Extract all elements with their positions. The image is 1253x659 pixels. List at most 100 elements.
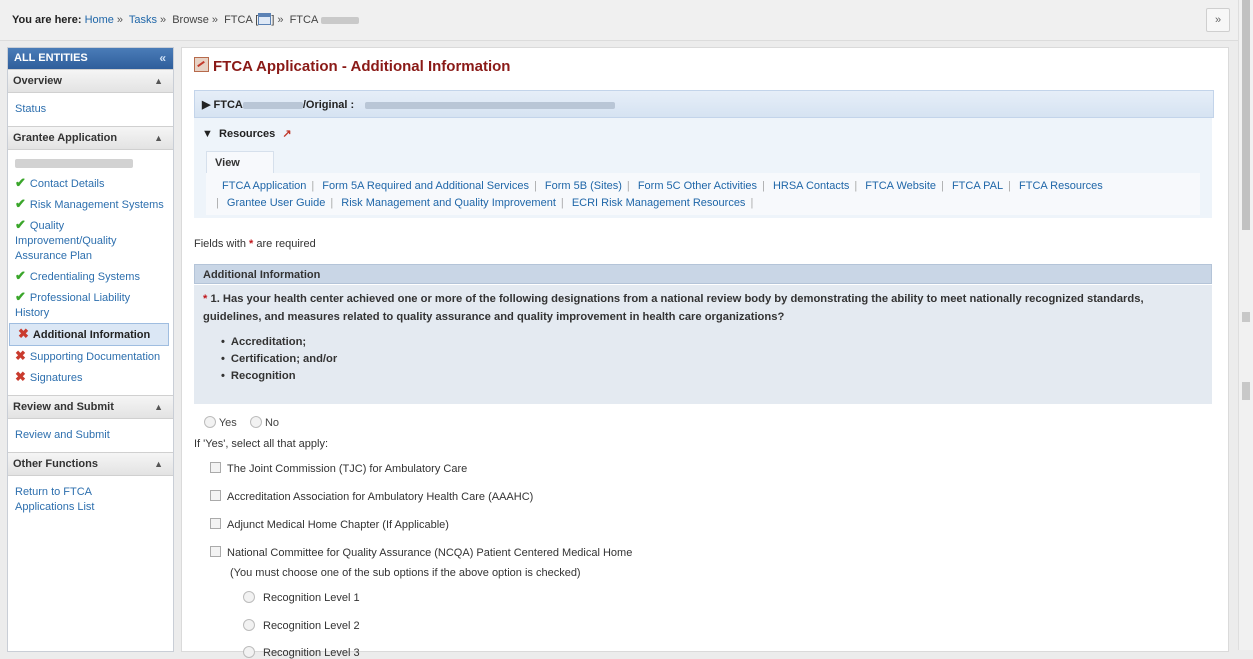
radio[interactable] bbox=[243, 646, 255, 658]
designation-list: Accreditation; Certification; and/or Rec… bbox=[203, 334, 1200, 385]
collapse-arrow-icon: ▼ bbox=[202, 128, 213, 140]
ftca-details-toggle[interactable]: ▶ FTCA/Original : bbox=[194, 90, 1214, 118]
option-label: The Joint Commission (TJC) for Ambulator… bbox=[227, 463, 468, 475]
if-yes-label: If 'Yes', select all that apply: bbox=[194, 438, 329, 450]
calendar-icon[interactable] bbox=[258, 13, 272, 25]
sidebar-section-other-functions[interactable]: Other Functions ▲ bbox=[8, 452, 173, 476]
check-icon: ✔ bbox=[15, 268, 26, 283]
required-star-icon: * bbox=[203, 293, 208, 305]
caret-up-icon[interactable]: ▲ bbox=[154, 453, 163, 475]
link-grantee-user-guide[interactable]: Grantee User Guide bbox=[227, 197, 325, 209]
radio[interactable] bbox=[243, 619, 255, 631]
recognition-level-3[interactable]: Recognition Level 3 bbox=[243, 646, 360, 659]
resources-panel: ▼ Resources ↗ View FTCA Application | For… bbox=[194, 118, 1212, 218]
breadcrumb-bracket: ] bbox=[271, 14, 275, 26]
item-label: Credentialing Systems bbox=[29, 271, 140, 283]
option-ncqa[interactable]: National Committee for Quality Assurance… bbox=[210, 546, 632, 559]
checkbox[interactable] bbox=[210, 518, 221, 529]
option-label: Adjunct Medical Home Chapter (If Applica… bbox=[227, 519, 449, 531]
resource-links: FTCA Application | Form 5A Required and A… bbox=[206, 173, 1200, 215]
link-form-5a[interactable]: Form 5A Required and Additional Services bbox=[322, 180, 529, 192]
link-risk-management-qi[interactable]: Risk Management and Quality Improvement bbox=[341, 197, 556, 209]
option-tjc[interactable]: The Joint Commission (TJC) for Ambulator… bbox=[210, 462, 467, 475]
checkbox[interactable] bbox=[210, 490, 221, 501]
no-radio[interactable] bbox=[249, 416, 262, 428]
yes-radio[interactable] bbox=[204, 416, 216, 428]
breadcrumb-home-link[interactable]: Home bbox=[85, 14, 114, 26]
sidebar-item-return-to-list[interactable]: Return to FTCA Applications List bbox=[15, 481, 115, 517]
yes-option[interactable]: Yes bbox=[204, 416, 237, 429]
sidebar-section-review-submit[interactable]: Review and Submit ▲ bbox=[8, 395, 173, 419]
radio[interactable] bbox=[243, 591, 255, 603]
collapse-header-button[interactable]: » bbox=[1206, 8, 1230, 32]
sidebar-item-additional-information[interactable]: ✖ Additional Information bbox=[9, 323, 169, 346]
link-hrsa-contacts[interactable]: HRSA Contacts bbox=[773, 180, 849, 192]
link-ftca-website[interactable]: FTCA Website bbox=[865, 180, 936, 192]
no-option[interactable]: No bbox=[249, 416, 279, 429]
section-title: Other Functions bbox=[13, 458, 98, 470]
link-ftca-pal[interactable]: FTCA PAL bbox=[952, 180, 1003, 192]
sidebar-item-risk-management[interactable]: ✔ Risk Management Systems bbox=[15, 194, 167, 215]
section-title: Grantee Application bbox=[13, 132, 118, 144]
incomplete-x-icon: ✖ bbox=[18, 326, 29, 341]
option-label: Accreditation Association for Ambulatory… bbox=[227, 491, 534, 503]
external-link-icon[interactable]: ↗ bbox=[282, 128, 291, 140]
page-title: FTCA Application - Additional Informatio… bbox=[194, 57, 510, 75]
sidebar-item-quality-improvement[interactable]: ✔ Quality Improvement/Quality Assurance P… bbox=[15, 215, 167, 266]
link-ftca-resources[interactable]: FTCA Resources bbox=[1019, 180, 1103, 192]
main-panel: FTCA Application - Additional Informatio… bbox=[181, 47, 1229, 659]
breadcrumb-bar: You are here: Home» Tasks» Browse» FTCA … bbox=[0, 0, 1238, 41]
vertical-scrollbar[interactable] bbox=[1238, 0, 1253, 650]
sidebar-section-overview[interactable]: Overview ▲ bbox=[8, 69, 173, 93]
item-label: Supporting Documentation bbox=[29, 351, 161, 363]
review-body: Review and Submit bbox=[8, 419, 173, 452]
collapse-sidebar-icon[interactable]: « bbox=[159, 48, 166, 69]
page-title-text: FTCA Application - Additional Informatio… bbox=[213, 58, 511, 75]
sidebar: ALL ENTITIES « Overview ▲ Status Grantee… bbox=[7, 47, 174, 652]
list-item: Accreditation; bbox=[221, 334, 1200, 351]
option-aaahc[interactable]: Accreditation Association for Ambulatory… bbox=[210, 490, 533, 503]
link-ftca-application[interactable]: FTCA Application bbox=[222, 180, 306, 192]
breadcrumb-tasks-link[interactable]: Tasks bbox=[129, 14, 157, 26]
scrollbar-marker bbox=[1242, 312, 1250, 322]
redacted-text bbox=[15, 158, 133, 168]
breadcrumb-ftca: FTCA [ bbox=[224, 14, 259, 26]
sidebar-item-supporting-documentation[interactable]: ✖ Supporting Documentation bbox=[15, 346, 167, 367]
recognition-level-2[interactable]: Recognition Level 2 bbox=[243, 619, 360, 632]
caret-up-icon[interactable]: ▲ bbox=[154, 127, 163, 149]
required-fields-note: Fields with * are required bbox=[194, 238, 316, 250]
redacted-text bbox=[242, 101, 303, 109]
sidebar-item-signatures[interactable]: ✖ Signatures bbox=[15, 367, 167, 388]
recognition-level-1[interactable]: Recognition Level 1 bbox=[243, 591, 360, 604]
resources-toggle[interactable]: ▼ Resources ↗ bbox=[202, 127, 292, 140]
option-label: Yes bbox=[218, 417, 237, 429]
item-label: Risk Management Systems bbox=[29, 199, 164, 211]
sidebar-header: ALL ENTITIES « bbox=[8, 48, 173, 69]
link-form-5c[interactable]: Form 5C Other Activities bbox=[638, 180, 757, 192]
tab-view[interactable]: View bbox=[206, 151, 274, 174]
sidebar-section-grantee-application[interactable]: Grantee Application ▲ bbox=[8, 126, 173, 150]
checkbox[interactable] bbox=[210, 462, 221, 473]
sidebar-item-contact-details[interactable]: ✔ Contact Details bbox=[15, 173, 167, 194]
redacted-text bbox=[320, 16, 359, 24]
scrollbar-marker bbox=[1242, 382, 1250, 400]
scrollbar-thumb[interactable] bbox=[1242, 0, 1250, 230]
ftca-label: FTCA bbox=[213, 99, 243, 111]
checkbox[interactable] bbox=[210, 546, 221, 557]
check-icon: ✔ bbox=[15, 217, 26, 232]
link-form-5b[interactable]: Form 5B (Sites) bbox=[545, 180, 622, 192]
section-title: Overview bbox=[13, 75, 62, 87]
note-text: are required bbox=[256, 238, 316, 250]
sidebar-item-liability-history[interactable]: ✔ Professional Liability History bbox=[15, 287, 167, 323]
option-adjunct-medical-home[interactable]: Adjunct Medical Home Chapter (If Applica… bbox=[210, 518, 449, 531]
ftca-original-label: /Original : bbox=[302, 99, 355, 111]
breadcrumb-current: FTCA bbox=[289, 14, 318, 26]
option-label: National Committee for Quality Assurance… bbox=[227, 547, 633, 559]
caret-up-icon[interactable]: ▲ bbox=[154, 70, 163, 92]
link-ecri-resources[interactable]: ECRI Risk Management Resources bbox=[572, 197, 746, 209]
sidebar-item-status[interactable]: Status bbox=[15, 98, 167, 119]
sidebar-item-credentialing[interactable]: ✔ Credentialing Systems bbox=[15, 266, 167, 287]
caret-up-icon[interactable]: ▲ bbox=[154, 396, 163, 418]
sidebar-item-review-submit[interactable]: Review and Submit bbox=[15, 424, 167, 445]
question-text: 1. Has your health center achieved one o… bbox=[203, 293, 1144, 323]
